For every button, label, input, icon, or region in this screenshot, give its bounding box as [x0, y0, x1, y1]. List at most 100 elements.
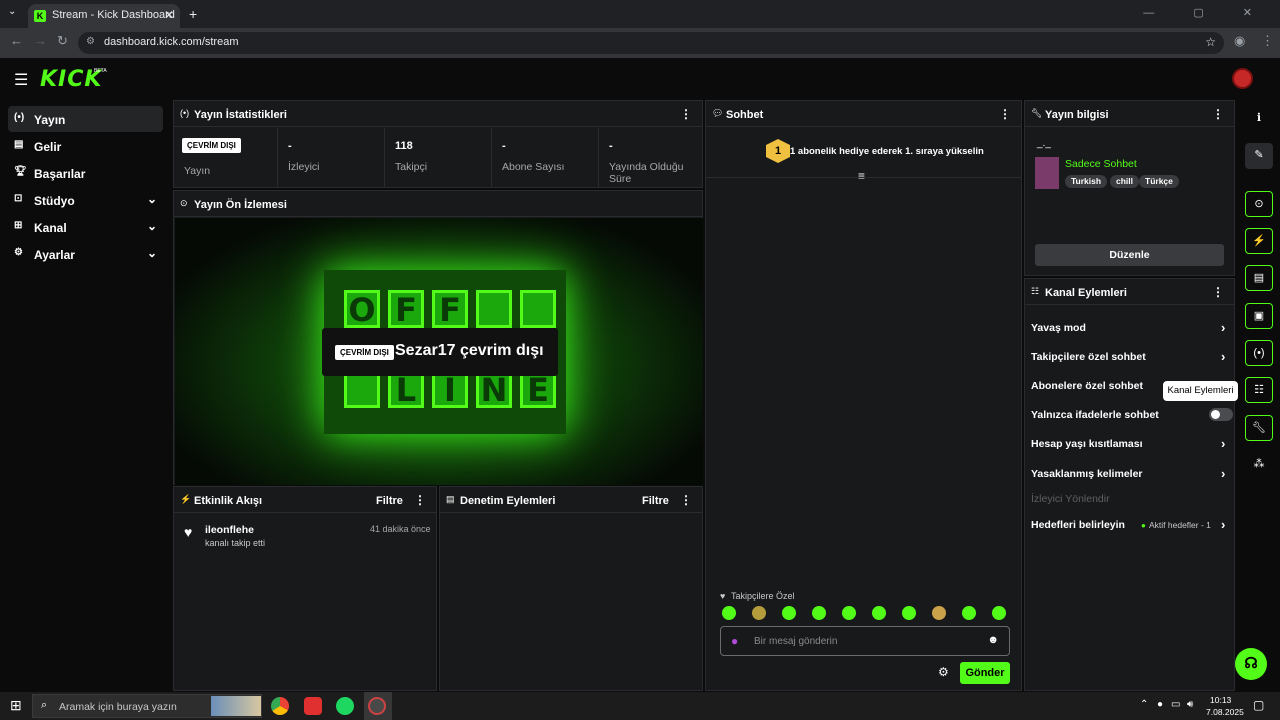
channel-actions-icon: ☷ [1031, 286, 1040, 296]
taskbar-search[interactable]: ⌕ Aramak için buraya yazın [32, 694, 262, 718]
emote-icon[interactable] [722, 606, 736, 620]
info-icon[interactable]: ℹ [1245, 106, 1273, 132]
emote-icon[interactable] [902, 606, 916, 620]
window-controls[interactable]: — ▢ ✕ [1143, 6, 1270, 19]
action-emotes-only[interactable]: Yalnızca ifadelerle sohbet [1031, 408, 1233, 421]
stat-value: - [609, 140, 613, 152]
panel-header: ⊙ Yayın Ön İzlemesi [174, 191, 702, 217]
gear-icon: ⚙ [14, 247, 23, 258]
tag-pill[interactable]: chill [1110, 175, 1140, 188]
clock-time[interactable]: 10:13 [1210, 695, 1231, 705]
chat-settings-gear-icon[interactable]: ⚙ [938, 665, 949, 679]
emote-icon[interactable] [782, 606, 796, 620]
action-slow-mode[interactable]: Yavaş mod › [1031, 320, 1225, 335]
chat-icon[interactable]: ▣ [1245, 303, 1273, 329]
edit-button[interactable]: Düzenle [1035, 244, 1224, 266]
more-widgets-icon[interactable]: ⁂ [1245, 452, 1273, 478]
profile-icon[interactable]: ◉ [1234, 33, 1245, 49]
emote-icon[interactable] [932, 606, 946, 620]
app-icon[interactable] [304, 697, 322, 715]
notifications-icon[interactable]: ▢ [1253, 698, 1264, 712]
microphone-icon[interactable]: ● [1157, 699, 1163, 710]
send-button[interactable]: Gönder [960, 662, 1010, 684]
channel-actions-panel: ☷ Kanal Eylemleri ⋮ Yavaş mod › Takipçil… [1024, 278, 1235, 691]
emoji-icon[interactable]: ☻ [987, 634, 999, 646]
more-options-icon[interactable]: ⋮ [680, 107, 692, 121]
panel-title: Yayın bilgisi [1045, 109, 1109, 121]
site-info-icon[interactable]: ⚙ [86, 36, 95, 47]
offline-overlay: ÇEVRİM DIŞI Sezar17 çevrim dışı [322, 328, 558, 376]
bookmark-star-icon[interactable]: ☆ [1205, 35, 1216, 49]
sidebar-item-kanal[interactable]: ⊞ Kanal ⌄ [8, 214, 163, 240]
tray-chevron-icon[interactable]: ⌃ [1140, 699, 1148, 710]
emote-icon[interactable] [752, 606, 766, 620]
browser-tab[interactable]: K Stream - Kick Dashboard ✕ [28, 4, 180, 28]
reload-icon[interactable]: ↻ [57, 33, 68, 49]
back-icon[interactable]: ← [10, 33, 23, 48]
sidebar-item-basarilar[interactable]: 🏆︎ Başarılar [8, 160, 163, 186]
action-followers-only[interactable]: Takipçilere özel sohbet › [1031, 349, 1225, 364]
action-host: İzleyici Yönlendir [1031, 493, 1221, 505]
sidebar-item-gelir[interactable]: ▤ Gelir [8, 133, 163, 159]
broadcast-icon: (•) [180, 108, 190, 118]
stream-preview-panel: ⊙ Yayın Ön İzlemesi O F F L I N E ÇEVRİM… [173, 190, 703, 485]
network-icon[interactable]: ▭ [1171, 699, 1180, 710]
preview-icon[interactable]: ⊙ [1245, 191, 1273, 217]
sidebar-item-ayarlar[interactable]: ⚙ Ayarlar ⌄ [8, 241, 163, 267]
more-options-icon[interactable]: ⋮ [1212, 107, 1224, 121]
address-bar[interactable]: ⚙ dashboard.kick.com/stream ☆ [78, 32, 1224, 54]
emote-icon[interactable] [872, 606, 886, 620]
category-name[interactable]: Sadece Sohbet [1065, 158, 1137, 170]
bolt-icon[interactable]: ⚡ [1245, 228, 1273, 254]
chat-input[interactable]: ● Bir mesaj gönderin ☻ [720, 626, 1010, 656]
filter-button[interactable]: Filtre [642, 495, 669, 507]
browser-menu-icon[interactable]: ⋮ [1261, 33, 1274, 49]
sidebar-item-yayin[interactable]: (•) Yayın [8, 106, 163, 132]
emote-icon[interactable] [812, 606, 826, 620]
tab-search-icon[interactable]: ⌄ [8, 6, 16, 17]
more-options-icon[interactable]: ⋮ [414, 493, 426, 507]
emotes-only-toggle[interactable] [1209, 408, 1233, 421]
collapse-icon[interactable]: ≡ [858, 169, 865, 183]
revenue-icon: ▤ [14, 139, 24, 150]
wrench-icon[interactable]: 🔧︎ [1245, 415, 1273, 441]
panel-title: Denetim Eylemleri [460, 495, 556, 507]
emote-icon[interactable] [962, 606, 976, 620]
channel-actions-icon[interactable]: ☷ [1245, 377, 1273, 403]
panel-header: ⚡ Etkinlik Akışı Filtre ⋮ [174, 487, 436, 513]
action-account-age[interactable]: Hesap yaşı kısıtlaması › [1031, 436, 1225, 451]
microphone-icon[interactable]: ● [731, 634, 738, 648]
search-highlight-image [211, 696, 261, 716]
category-thumbnail[interactable] [1035, 157, 1059, 189]
more-options-icon[interactable]: ⋮ [999, 107, 1011, 121]
spotify-icon[interactable] [336, 697, 354, 715]
emote-icon[interactable] [842, 606, 856, 620]
gift-prompt[interactable]: 1 abonelik hediye ederek 1. sıraya yükse… [790, 146, 984, 157]
forward-icon[interactable]: → [34, 33, 47, 48]
close-tab-icon[interactable]: ✕ [164, 8, 174, 22]
sign-tile: O [344, 290, 380, 328]
edit-pencil-icon[interactable]: ✎ [1245, 143, 1273, 169]
hamburger-menu-icon[interactable]: ☰ [14, 70, 28, 90]
moderation-icon[interactable]: ▤ [1245, 265, 1273, 291]
action-goals[interactable]: Hedefleri belirleyin ● Aktif hedefler - … [1031, 517, 1225, 532]
filter-button[interactable]: Filtre [376, 495, 403, 507]
activity-user[interactable]: ileonflehe [205, 524, 254, 536]
stat-value: 118 [395, 140, 413, 152]
tag-pill[interactable]: Turkish [1065, 175, 1108, 188]
user-avatar[interactable] [1232, 68, 1253, 89]
more-options-icon[interactable]: ⋮ [680, 493, 692, 507]
emote-icon[interactable] [992, 606, 1006, 620]
support-headset-icon[interactable]: ☊ [1235, 648, 1267, 680]
tag-pill[interactable]: Türkçe [1139, 175, 1179, 188]
clock-date[interactable]: 7.08.2025 [1206, 707, 1244, 717]
broadcast-icon[interactable]: (•) [1245, 340, 1273, 366]
volume-icon[interactable]: 🔊︎ [1187, 699, 1193, 710]
sidebar-item-studyo[interactable]: ⊡ Stüdyo ⌄ [8, 187, 163, 213]
activity-action: kanalı takip etti [205, 538, 266, 548]
action-banned-words[interactable]: Yasaklanmış kelimeler › [1031, 466, 1225, 481]
more-options-icon[interactable]: ⋮ [1212, 285, 1224, 299]
chrome-icon[interactable] [271, 697, 289, 715]
new-tab-icon[interactable]: + [189, 6, 197, 22]
windows-start-icon[interactable]: ⊞ [10, 697, 22, 714]
